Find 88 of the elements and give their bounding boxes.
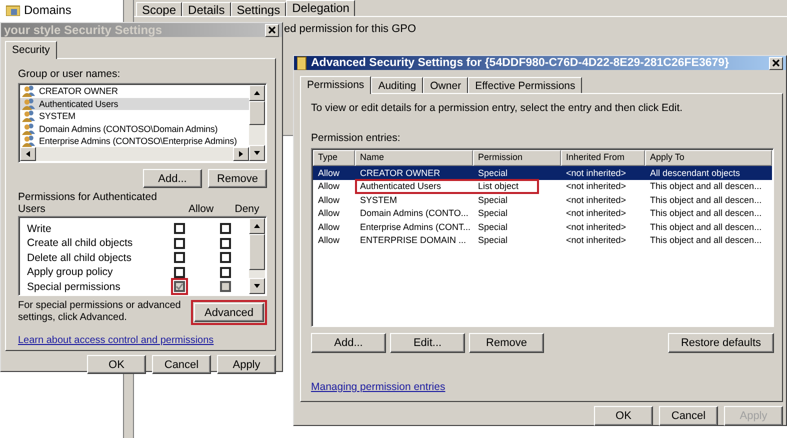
scrollbar[interactable] xyxy=(249,85,265,161)
users-icon xyxy=(22,98,36,110)
permission-name: Apply group policy xyxy=(26,266,114,278)
group-list[interactable]: CREATOR OWNER Authenticated Users SYSTEM Domain Admins (CONTOSO\Domain Admins) Enterprise Admins (CONTOSO\Enterprise Admins) xyxy=(18,83,267,163)
close-button[interactable] xyxy=(265,24,279,36)
table-row[interactable]: Allow Enterprise Admins (CONT... Special <not inherited> This object and all descen... xyxy=(313,220,772,234)
button[interactable]: Add... xyxy=(311,333,386,353)
checkbox[interactable] xyxy=(174,252,184,263)
scroll-thumb[interactable] xyxy=(249,101,265,125)
button[interactable]: OK xyxy=(87,355,146,374)
window-title: your style Security Settings xyxy=(4,23,164,37)
button[interactable]: Edit... xyxy=(390,333,465,353)
close-button[interactable] xyxy=(769,56,783,70)
tab[interactable]: Scope xyxy=(136,2,182,16)
hint-text: For special permissions or advanced settings, click Advanced. xyxy=(18,300,182,324)
up-arrow-icon xyxy=(253,223,261,229)
checkbox[interactable] xyxy=(220,223,230,234)
permission-name: Delete all child objects xyxy=(26,252,132,264)
checkbox[interactable] xyxy=(174,266,184,278)
permission-name: Write xyxy=(26,222,52,234)
tree-item[interactable]: Domains xyxy=(24,3,72,17)
right-arrow-icon xyxy=(238,150,244,158)
instruction-text: To view or edit details for a permission entry, select the entry and then click Edit. xyxy=(311,102,684,114)
table-row[interactable]: Allow Authenticated Users List object <not inherited> This object and all descen... xyxy=(313,180,772,193)
column-header: Allow xyxy=(187,203,215,215)
tab[interactable]: Details xyxy=(182,2,231,16)
tab[interactable]: Security xyxy=(5,41,57,59)
tab[interactable]: Owner xyxy=(423,77,468,93)
list-item[interactable]: SYSTEM xyxy=(39,111,76,122)
scrollbar[interactable] xyxy=(249,218,265,294)
field-label: Permissions for Authenticated Users xyxy=(18,191,158,215)
down-arrow-icon xyxy=(253,150,261,156)
list-item[interactable]: Authenticated Users xyxy=(39,98,118,109)
table-row[interactable]: Allow CREATOR OWNER Special <not inherited> All descendant objects xyxy=(313,166,772,180)
window-title: Advanced Security Settings for {54DDF980-C76D-4D22-8E29-281C26FE3679} xyxy=(311,57,730,69)
field-label: Group or user names: xyxy=(18,68,122,80)
advanced-button[interactable]: Advanced xyxy=(194,303,264,322)
table-row[interactable]: Allow SYSTEM Special <not inherited> This object and all descen... xyxy=(313,193,772,206)
tab[interactable]: Settings xyxy=(230,2,286,16)
permission-name: Special permissions xyxy=(26,280,122,292)
description-text: ed permission for this GPO xyxy=(284,23,416,35)
restore-defaults-button[interactable]: Restore defaults xyxy=(668,333,774,353)
list-item[interactable]: CREATOR OWNER xyxy=(39,86,118,96)
tab[interactable]: Delegation xyxy=(286,0,356,16)
column-header[interactable]: Type xyxy=(313,150,355,166)
button[interactable]: Remove xyxy=(208,169,267,188)
list-item[interactable]: Domain Admins (CONTOSO\Domain Admins) xyxy=(39,124,218,134)
field-label: Permission entries: xyxy=(311,132,402,144)
check-icon xyxy=(176,283,182,290)
table-row[interactable]: Allow ENTERPRISE DOMAIN ... Special <not inherited> This object and all descen... xyxy=(313,234,772,247)
checkbox[interactable] xyxy=(174,238,184,248)
list-item[interactable]: Enterprise Admins (CONTOSO\Enterprise Admins) xyxy=(39,136,237,146)
folder-icon xyxy=(6,4,20,16)
close-icon xyxy=(266,24,278,36)
users-icon xyxy=(22,135,36,148)
help-link[interactable]: Learn about access control and permissions xyxy=(18,335,214,346)
button[interactable]: Add... xyxy=(143,169,202,188)
folder-icon xyxy=(297,56,307,70)
checkbox[interactable] xyxy=(220,266,230,278)
users-icon xyxy=(22,110,36,122)
checkbox[interactable] xyxy=(174,223,184,234)
column-header[interactable]: Inherited From xyxy=(561,150,645,166)
button[interactable]: Cancel xyxy=(659,406,718,426)
table-row[interactable]: Allow Domain Admins (CONTO... Special <not inherited> This object and all descen... xyxy=(313,206,772,220)
help-link[interactable]: Managing permission entries xyxy=(311,381,446,393)
left-arrow-icon xyxy=(25,150,31,158)
checkbox[interactable] xyxy=(220,252,230,263)
checkbox[interactable] xyxy=(220,238,230,248)
column-header[interactable]: Apply To xyxy=(645,150,772,166)
close-icon xyxy=(770,58,782,68)
scroll-thumb[interactable] xyxy=(249,234,265,270)
up-arrow-icon xyxy=(253,90,261,96)
tab[interactable]: Auditing xyxy=(371,77,424,93)
tab[interactable]: Permissions xyxy=(300,76,372,94)
tab[interactable]: Effective Permissions xyxy=(468,77,582,93)
scrollbar[interactable] xyxy=(20,147,249,161)
permission-table[interactable] xyxy=(311,148,774,327)
permission-name: Create all child objects xyxy=(26,237,134,249)
button[interactable]: Apply xyxy=(217,355,276,374)
column-header: Deny xyxy=(234,203,260,215)
users-icon xyxy=(22,122,36,135)
down-arrow-icon xyxy=(253,283,261,289)
button[interactable]: OK xyxy=(594,406,653,426)
button[interactable]: Cancel xyxy=(152,355,211,374)
users-icon xyxy=(22,85,36,98)
column-header[interactable]: Name xyxy=(355,150,473,166)
button[interactable]: Remove xyxy=(469,333,544,353)
column-header[interactable]: Permission xyxy=(473,150,561,166)
